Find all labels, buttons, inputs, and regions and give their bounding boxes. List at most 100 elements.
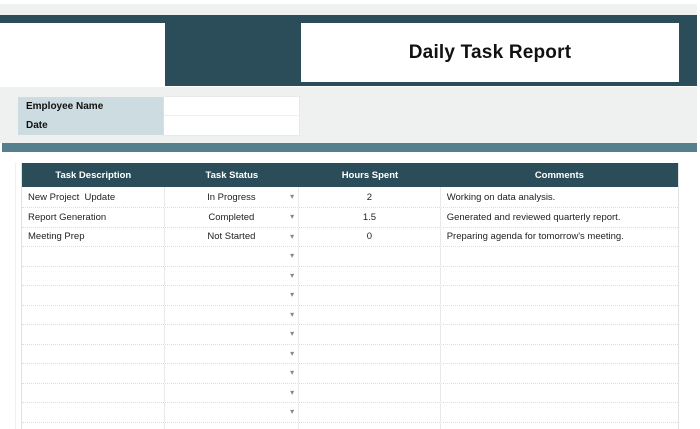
task-status-cell[interactable]: Completed ▾: [165, 208, 300, 227]
task-description-cell[interactable]: [22, 403, 165, 422]
hours-spent-cell[interactable]: 1.5: [299, 208, 441, 227]
comments-cell[interactable]: Preparing agenda for tomorrow's meeting.: [441, 228, 678, 247]
task-description-cell[interactable]: [22, 344, 165, 363]
dropdown-arrow-icon[interactable]: ▾: [290, 330, 294, 338]
task-description-cell[interactable]: [22, 325, 165, 344]
table-row-empty: ▾: [22, 383, 678, 403]
section-divider-bar: [2, 143, 697, 152]
comments-cell[interactable]: [441, 364, 678, 383]
table-row-empty: ▾: [22, 344, 678, 364]
dropdown-arrow-icon[interactable]: ▾: [290, 213, 294, 221]
task-description-cell[interactable]: [22, 247, 165, 266]
date-input[interactable]: [164, 116, 299, 135]
hours-spent-cell[interactable]: [299, 286, 441, 305]
task-status-value: In Progress: [207, 191, 256, 203]
page-title: Daily Task Report: [408, 41, 572, 63]
hours-spent-cell[interactable]: 0: [299, 227, 441, 246]
table-row-empty: ▾: [22, 364, 678, 384]
header-comments: Comments: [534, 169, 584, 181]
comments-cell[interactable]: [441, 306, 678, 325]
task-status-cell[interactable]: ▾: [165, 364, 300, 383]
date-label: Date: [26, 120, 48, 131]
form-label-block: Employee Name Date: [18, 97, 164, 135]
table-row-empty: ▾: [22, 422, 678, 429]
logo-area: [0, 23, 165, 87]
comments-cell[interactable]: Generated and reviewed quarterly report.: [441, 208, 678, 227]
dropdown-arrow-icon[interactable]: ▾: [290, 349, 294, 358]
comments-cell[interactable]: [441, 247, 678, 266]
task-status-cell[interactable]: In Progress ▾: [165, 187, 300, 207]
task-description-cell[interactable]: New Project Update: [22, 187, 165, 207]
comments-cell[interactable]: Working on data analysis.: [441, 187, 678, 207]
hours-spent-cell[interactable]: [299, 305, 441, 324]
task-description-cell[interactable]: Report Generation: [22, 208, 165, 227]
header-hours-spent: Hours Spent: [341, 169, 399, 181]
task-description-cell[interactable]: [22, 422, 165, 429]
table-row: Meeting Prep Not Started ▾ 0 Preparing agend…: [22, 227, 678, 247]
header-task-status: Task Status: [205, 169, 259, 181]
form-input-block: [163, 96, 300, 136]
task-status-cell[interactable]: ▾: [165, 403, 300, 422]
task-description-cell[interactable]: [22, 305, 165, 324]
hours-spent-cell[interactable]: 2: [299, 187, 441, 207]
hours-spent-cell[interactable]: [299, 266, 441, 285]
hours-spent-cell[interactable]: [299, 422, 441, 429]
task-status-cell[interactable]: ▾: [165, 383, 300, 402]
title-box: Daily Task Report: [301, 23, 679, 82]
dropdown-arrow-icon[interactable]: ▾: [290, 369, 294, 377]
employee-name-label: Employee Name: [26, 101, 104, 112]
hours-spent-cell[interactable]: [299, 325, 441, 344]
comments-cell[interactable]: [441, 403, 678, 422]
comments-cell[interactable]: [441, 423, 678, 429]
table-row: New Project Update In Progress ▾ 2 Working o…: [22, 187, 678, 208]
comments-cell[interactable]: [441, 345, 678, 364]
task-status-cell[interactable]: ▾: [165, 325, 300, 344]
table-header-row: Task Description Task Status Hours Spent…: [22, 163, 678, 187]
hours-spent-cell[interactable]: [299, 364, 441, 383]
dropdown-arrow-icon[interactable]: ▾: [290, 310, 294, 319]
task-status-cell[interactable]: ▾: [165, 344, 300, 363]
date-label-row: Date: [18, 116, 164, 135]
top-margin-strip: [0, 4, 697, 15]
task-status-cell[interactable]: Not Started ▾: [165, 227, 300, 246]
table-row-empty: ▾: [22, 266, 678, 286]
task-description-cell[interactable]: [22, 286, 165, 305]
dropdown-arrow-icon[interactable]: ▾: [290, 252, 294, 260]
hours-spent-cell[interactable]: [299, 247, 441, 266]
hours-spent-cell[interactable]: [299, 403, 441, 422]
task-status-cell[interactable]: ▾: [165, 286, 300, 305]
comments-cell[interactable]: [441, 325, 678, 344]
task-description-cell[interactable]: [22, 364, 165, 383]
dropdown-arrow-icon[interactable]: ▾: [290, 193, 294, 201]
dropdown-arrow-icon[interactable]: ▾: [290, 271, 294, 280]
comments-cell[interactable]: [441, 286, 678, 305]
task-status-cell[interactable]: ▾: [165, 422, 300, 429]
comments-cell[interactable]: [441, 267, 678, 286]
task-status-value: Completed: [208, 211, 255, 223]
table-row: Report Generation Completed ▾ 1.5 Generated …: [22, 208, 678, 228]
table-row-empty: ▾: [22, 403, 678, 423]
employee-name-input[interactable]: [164, 97, 299, 116]
hours-spent-cell[interactable]: [299, 344, 441, 363]
task-status-cell[interactable]: ▾: [165, 247, 300, 266]
task-status-value: Not Started: [207, 231, 256, 243]
hours-spent-cell[interactable]: [299, 383, 441, 402]
task-status-cell[interactable]: ▾: [165, 305, 300, 324]
task-description-cell[interactable]: Meeting Prep: [22, 227, 165, 246]
table-row-empty: ▾: [22, 325, 678, 345]
table-row-empty: ▾: [22, 286, 678, 306]
table-row-empty: ▾: [22, 305, 678, 325]
dropdown-arrow-icon[interactable]: ▾: [290, 291, 294, 299]
sheet-gridline: [15, 163, 16, 429]
comments-cell[interactable]: [441, 384, 678, 403]
dropdown-arrow-icon[interactable]: ▾: [290, 388, 294, 397]
employee-name-label-row: Employee Name: [18, 97, 164, 116]
task-table-body: New Project Update In Progress ▾ 2 Working o…: [22, 187, 678, 429]
task-description-cell[interactable]: [22, 266, 165, 285]
task-description-cell[interactable]: [22, 383, 165, 402]
task-status-cell[interactable]: ▾: [165, 266, 300, 285]
task-table: Task Description Task Status Hours Spent…: [21, 163, 679, 429]
dropdown-arrow-icon[interactable]: ▾: [290, 408, 294, 416]
table-row-empty: ▾: [22, 247, 678, 267]
dropdown-arrow-icon[interactable]: ▾: [290, 232, 294, 241]
